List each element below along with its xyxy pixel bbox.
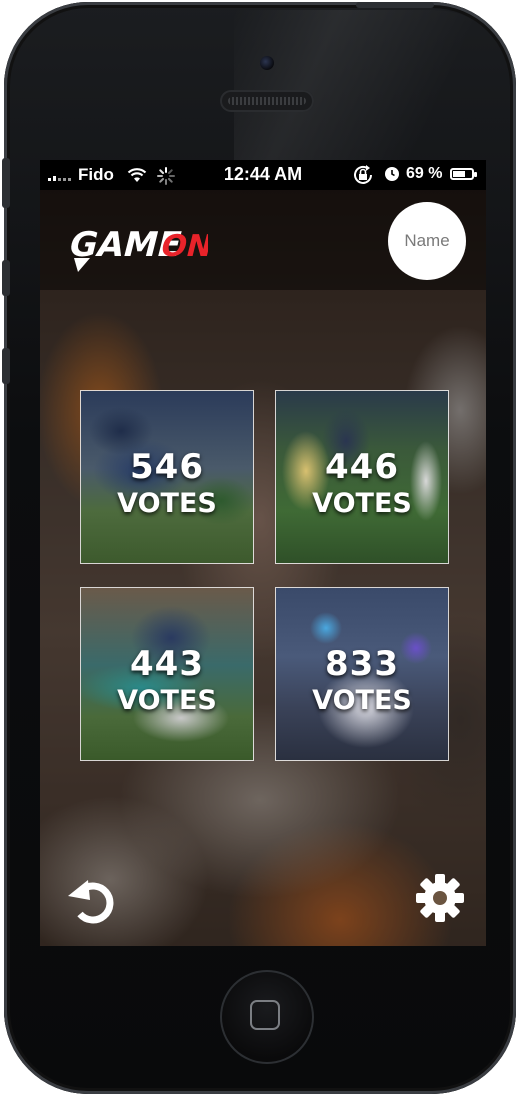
vote-tile-3[interactable]: 443 VOTES bbox=[80, 587, 254, 761]
votes-label: VOTES bbox=[312, 685, 412, 716]
clock: 12:44 AM bbox=[223, 164, 303, 184]
gameon-logo: GAME ON bbox=[68, 225, 208, 272]
wifi-icon bbox=[127, 168, 147, 182]
gear-icon[interactable] bbox=[414, 872, 466, 924]
carrier-name: Fido bbox=[78, 165, 114, 184]
app-screen: Fido 12:44 AM 69 % GAME ON Name 546 VOTE… bbox=[40, 160, 486, 946]
app-header: GAME ON Name bbox=[40, 190, 486, 290]
name-button[interactable]: Name bbox=[388, 202, 466, 280]
home-square-icon bbox=[250, 1000, 280, 1030]
vote-tile-2[interactable]: 446 VOTES bbox=[275, 390, 449, 564]
refresh-icon[interactable] bbox=[66, 876, 118, 928]
front-camera bbox=[260, 56, 274, 70]
votes-label: VOTES bbox=[117, 488, 217, 519]
votes-label: VOTES bbox=[312, 488, 412, 519]
mute-switch bbox=[2, 158, 10, 208]
vote-tile-4[interactable]: 833 VOTES bbox=[275, 587, 449, 761]
vote-tile-1[interactable]: 546 VOTES bbox=[80, 390, 254, 564]
vote-count: 443 bbox=[130, 644, 204, 684]
rotation-lock-icon bbox=[354, 165, 372, 184]
svg-text:ON: ON bbox=[157, 229, 208, 263]
signal-icon bbox=[48, 169, 71, 181]
vote-count: 833 bbox=[325, 644, 399, 684]
volume-down-button bbox=[2, 348, 10, 384]
earpiece-speaker bbox=[220, 90, 314, 112]
battery-level-fill bbox=[453, 171, 465, 177]
activity-spinner-icon bbox=[157, 167, 175, 185]
power-button bbox=[356, 2, 434, 8]
vote-count: 546 bbox=[130, 447, 204, 487]
alarm-icon bbox=[385, 167, 399, 181]
votes-label: VOTES bbox=[117, 685, 217, 716]
vote-count: 446 bbox=[325, 447, 399, 487]
battery-percentage: 69 % bbox=[406, 165, 443, 182]
volume-up-button bbox=[2, 260, 10, 296]
home-button[interactable] bbox=[220, 970, 314, 1064]
battery-icon bbox=[450, 168, 477, 180]
status-bar: Fido 12:44 AM 69 % bbox=[40, 160, 486, 190]
